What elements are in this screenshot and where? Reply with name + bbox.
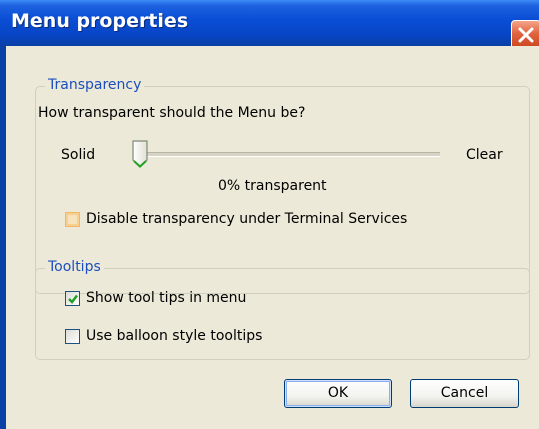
show-tooltips-checkbox[interactable] (65, 291, 80, 306)
menu-properties-dialog: Menu properties Transparency How transpa… (0, 0, 539, 429)
transparency-slider[interactable] (130, 140, 442, 172)
transparency-question: How transparent should the Menu be? (38, 105, 306, 121)
checkmark-icon (68, 294, 78, 304)
close-x-icon (518, 27, 534, 43)
slider-min-label: Solid (61, 147, 96, 163)
ok-button[interactable]: OK (284, 379, 392, 408)
slider-thumb-icon[interactable] (131, 140, 149, 169)
tooltips-legend: Tooltips (45, 259, 104, 275)
dialog-title: Menu properties (11, 10, 189, 32)
title-bar[interactable]: Menu properties (0, 0, 539, 50)
transparency-legend: Transparency (45, 77, 145, 93)
cancel-button[interactable]: Cancel (410, 379, 519, 408)
transparency-value-text: 0% transparent (218, 178, 327, 194)
slider-max-label: Clear (466, 147, 503, 163)
disable-transparency-label[interactable]: Disable transparency under Terminal Serv… (86, 211, 407, 227)
slider-track (138, 152, 440, 157)
show-tooltips-label[interactable]: Show tool tips in menu (86, 290, 246, 306)
balloon-tooltips-checkbox[interactable] (65, 329, 80, 344)
balloon-tooltips-label[interactable]: Use balloon style tooltips (86, 328, 262, 344)
disable-transparency-checkbox[interactable] (65, 212, 80, 227)
dialog-body: Transparency How transparent should the … (6, 46, 539, 429)
tooltips-group: Tooltips (35, 259, 530, 360)
